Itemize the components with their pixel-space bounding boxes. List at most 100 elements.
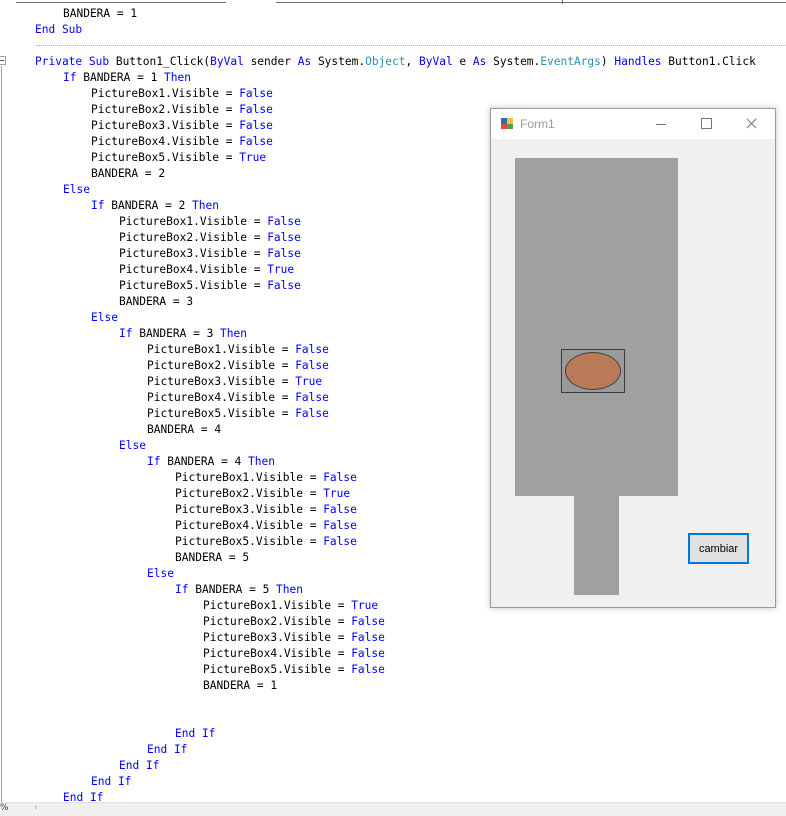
code-line[interactable]: If BANDERA = 5 Then [175, 582, 303, 598]
code-line[interactable]: PictureBox1.Visible = False [147, 342, 329, 358]
code-line[interactable]: PictureBox2.Visible = True [175, 486, 350, 502]
maximize-icon[interactable] [684, 109, 729, 139]
code-line[interactable]: PictureBox2.Visible = False [203, 614, 385, 630]
code-line[interactable]: PictureBox5.Visible = False [203, 662, 385, 678]
code-token: PictureBox3.Visible = [147, 375, 296, 388]
code-token: PictureBox4.Visible = [147, 391, 296, 404]
code-line[interactable]: End If [175, 726, 215, 742]
code-token: False [239, 119, 273, 132]
code-line[interactable]: Private Sub Button1_Click(ByVal sender A… [35, 54, 756, 70]
code-line[interactable]: PictureBox4.Visible = False [147, 390, 329, 406]
code-line[interactable]: BANDERA = 1 [63, 6, 137, 22]
code-token: End If [147, 743, 188, 756]
code-line[interactable]: PictureBox2.Visible = False [119, 230, 301, 246]
code-token: False [295, 391, 329, 404]
method-separator [36, 45, 786, 47]
code-line[interactable]: PictureBox1.Visible = False [119, 214, 301, 230]
code-line[interactable]: End If [119, 758, 159, 774]
code-line[interactable]: PictureBox5.Visible = True [91, 150, 266, 166]
code-token: ByVal [210, 55, 244, 68]
code-token: Else [119, 439, 146, 452]
code-token: PictureBox4.Visible = [119, 263, 268, 276]
editor-gutter [0, 0, 16, 815]
code-token: BANDERA = 4 [147, 423, 222, 436]
light-circle [565, 352, 621, 390]
code-token: False [323, 503, 357, 516]
outline-line [1, 66, 2, 802]
code-token: e [452, 55, 473, 68]
scroll-left-icon[interactable]: ‹ [34, 803, 38, 813]
code-token: False [267, 215, 301, 228]
code-token: PictureBox3.Visible = [91, 119, 240, 132]
code-line[interactable]: PictureBox2.Visible = False [91, 102, 273, 118]
code-line[interactable]: PictureBox2.Visible = False [147, 358, 329, 374]
code-token: System. [311, 55, 366, 68]
form-titlebar[interactable]: Form1 [491, 109, 775, 139]
code-line[interactable]: Else [147, 566, 174, 582]
code-line[interactable]: End If [147, 742, 187, 758]
code-token: PictureBox1.Visible = [203, 599, 352, 612]
code-line[interactable]: BANDERA = 2 [91, 166, 165, 182]
code-token: PictureBox1.Visible = [91, 87, 240, 100]
code-token: BANDERA = 2 [104, 199, 193, 212]
code-line[interactable]: End Sub [35, 22, 82, 38]
code-line[interactable]: If BANDERA = 3 Then [119, 326, 247, 342]
code-token: As [472, 55, 487, 68]
code-line[interactable]: PictureBox1.Visible = True [203, 598, 378, 614]
code-line[interactable]: PictureBox4.Visible = False [175, 518, 357, 534]
code-line[interactable]: PictureBox3.Visible = False [203, 630, 385, 646]
code-line[interactable]: PictureBox3.Visible = False [175, 502, 357, 518]
code-token: EventArgs [540, 55, 601, 68]
code-line[interactable]: PictureBox4.Visible = False [203, 646, 385, 662]
code-token: PictureBox2.Visible = [119, 231, 268, 244]
editor-status-bar: % ‹ [0, 802, 786, 816]
traffic-light-pole [574, 496, 619, 595]
code-line[interactable]: Else [119, 438, 146, 454]
code-token: False [239, 135, 273, 148]
code-line[interactable]: PictureBox5.Visible = False [175, 534, 357, 550]
code-token: PictureBox1.Visible = [147, 343, 296, 356]
code-token: PictureBox3.Visible = [175, 503, 324, 516]
code-line[interactable]: End If [91, 774, 131, 790]
code-line[interactable]: BANDERA = 3 [119, 294, 193, 310]
code-line[interactable]: Else [63, 182, 90, 198]
code-line[interactable]: PictureBox3.Visible = False [119, 246, 301, 262]
collapse-region-icon[interactable] [0, 56, 6, 65]
code-line[interactable]: PictureBox4.Visible = True [119, 262, 294, 278]
code-line[interactable]: BANDERA = 5 [175, 550, 249, 566]
code-token: PictureBox4.Visible = [175, 519, 324, 532]
code-line[interactable]: PictureBox5.Visible = False [119, 278, 301, 294]
code-line[interactable]: PictureBox1.Visible = False [91, 86, 273, 102]
code-token: Else [147, 567, 174, 580]
code-token: BANDERA = 2 [91, 167, 166, 180]
code-token: True [351, 599, 379, 612]
code-line[interactable]: PictureBox3.Visible = True [147, 374, 322, 390]
code-token: False [351, 615, 385, 628]
code-token: False [351, 631, 385, 644]
editor-top-border [0, 0, 786, 4]
code-line[interactable]: PictureBox5.Visible = False [147, 406, 329, 422]
code-token: False [323, 519, 357, 532]
code-token: BANDERA = 1 [76, 71, 165, 84]
code-line[interactable]: PictureBox3.Visible = False [91, 118, 273, 134]
code-line[interactable]: Else [91, 310, 118, 326]
code-token: sender [243, 55, 298, 68]
code-line[interactable]: PictureBox4.Visible = False [91, 134, 273, 150]
cambiar-button[interactable]: cambiar [688, 533, 749, 564]
code-token: False [267, 231, 301, 244]
code-token: Then [276, 583, 303, 596]
code-line[interactable]: PictureBox1.Visible = False [175, 470, 357, 486]
code-token: False [295, 407, 329, 420]
code-token: True [295, 375, 323, 388]
code-line[interactable]: BANDERA = 4 [147, 422, 221, 438]
code-token: Handles [614, 55, 662, 68]
code-line[interactable]: If BANDERA = 1 Then [63, 70, 191, 86]
code-line[interactable]: If BANDERA = 4 Then [147, 454, 275, 470]
code-token: False [323, 471, 357, 484]
close-icon[interactable] [729, 109, 774, 139]
code-line[interactable]: If BANDERA = 2 Then [91, 198, 219, 214]
minimize-icon[interactable] [639, 109, 684, 139]
zoom-level[interactable]: % [0, 803, 9, 813]
code-line[interactable]: BANDERA = 1 [203, 678, 277, 694]
form-client-area: cambiar [491, 139, 775, 607]
